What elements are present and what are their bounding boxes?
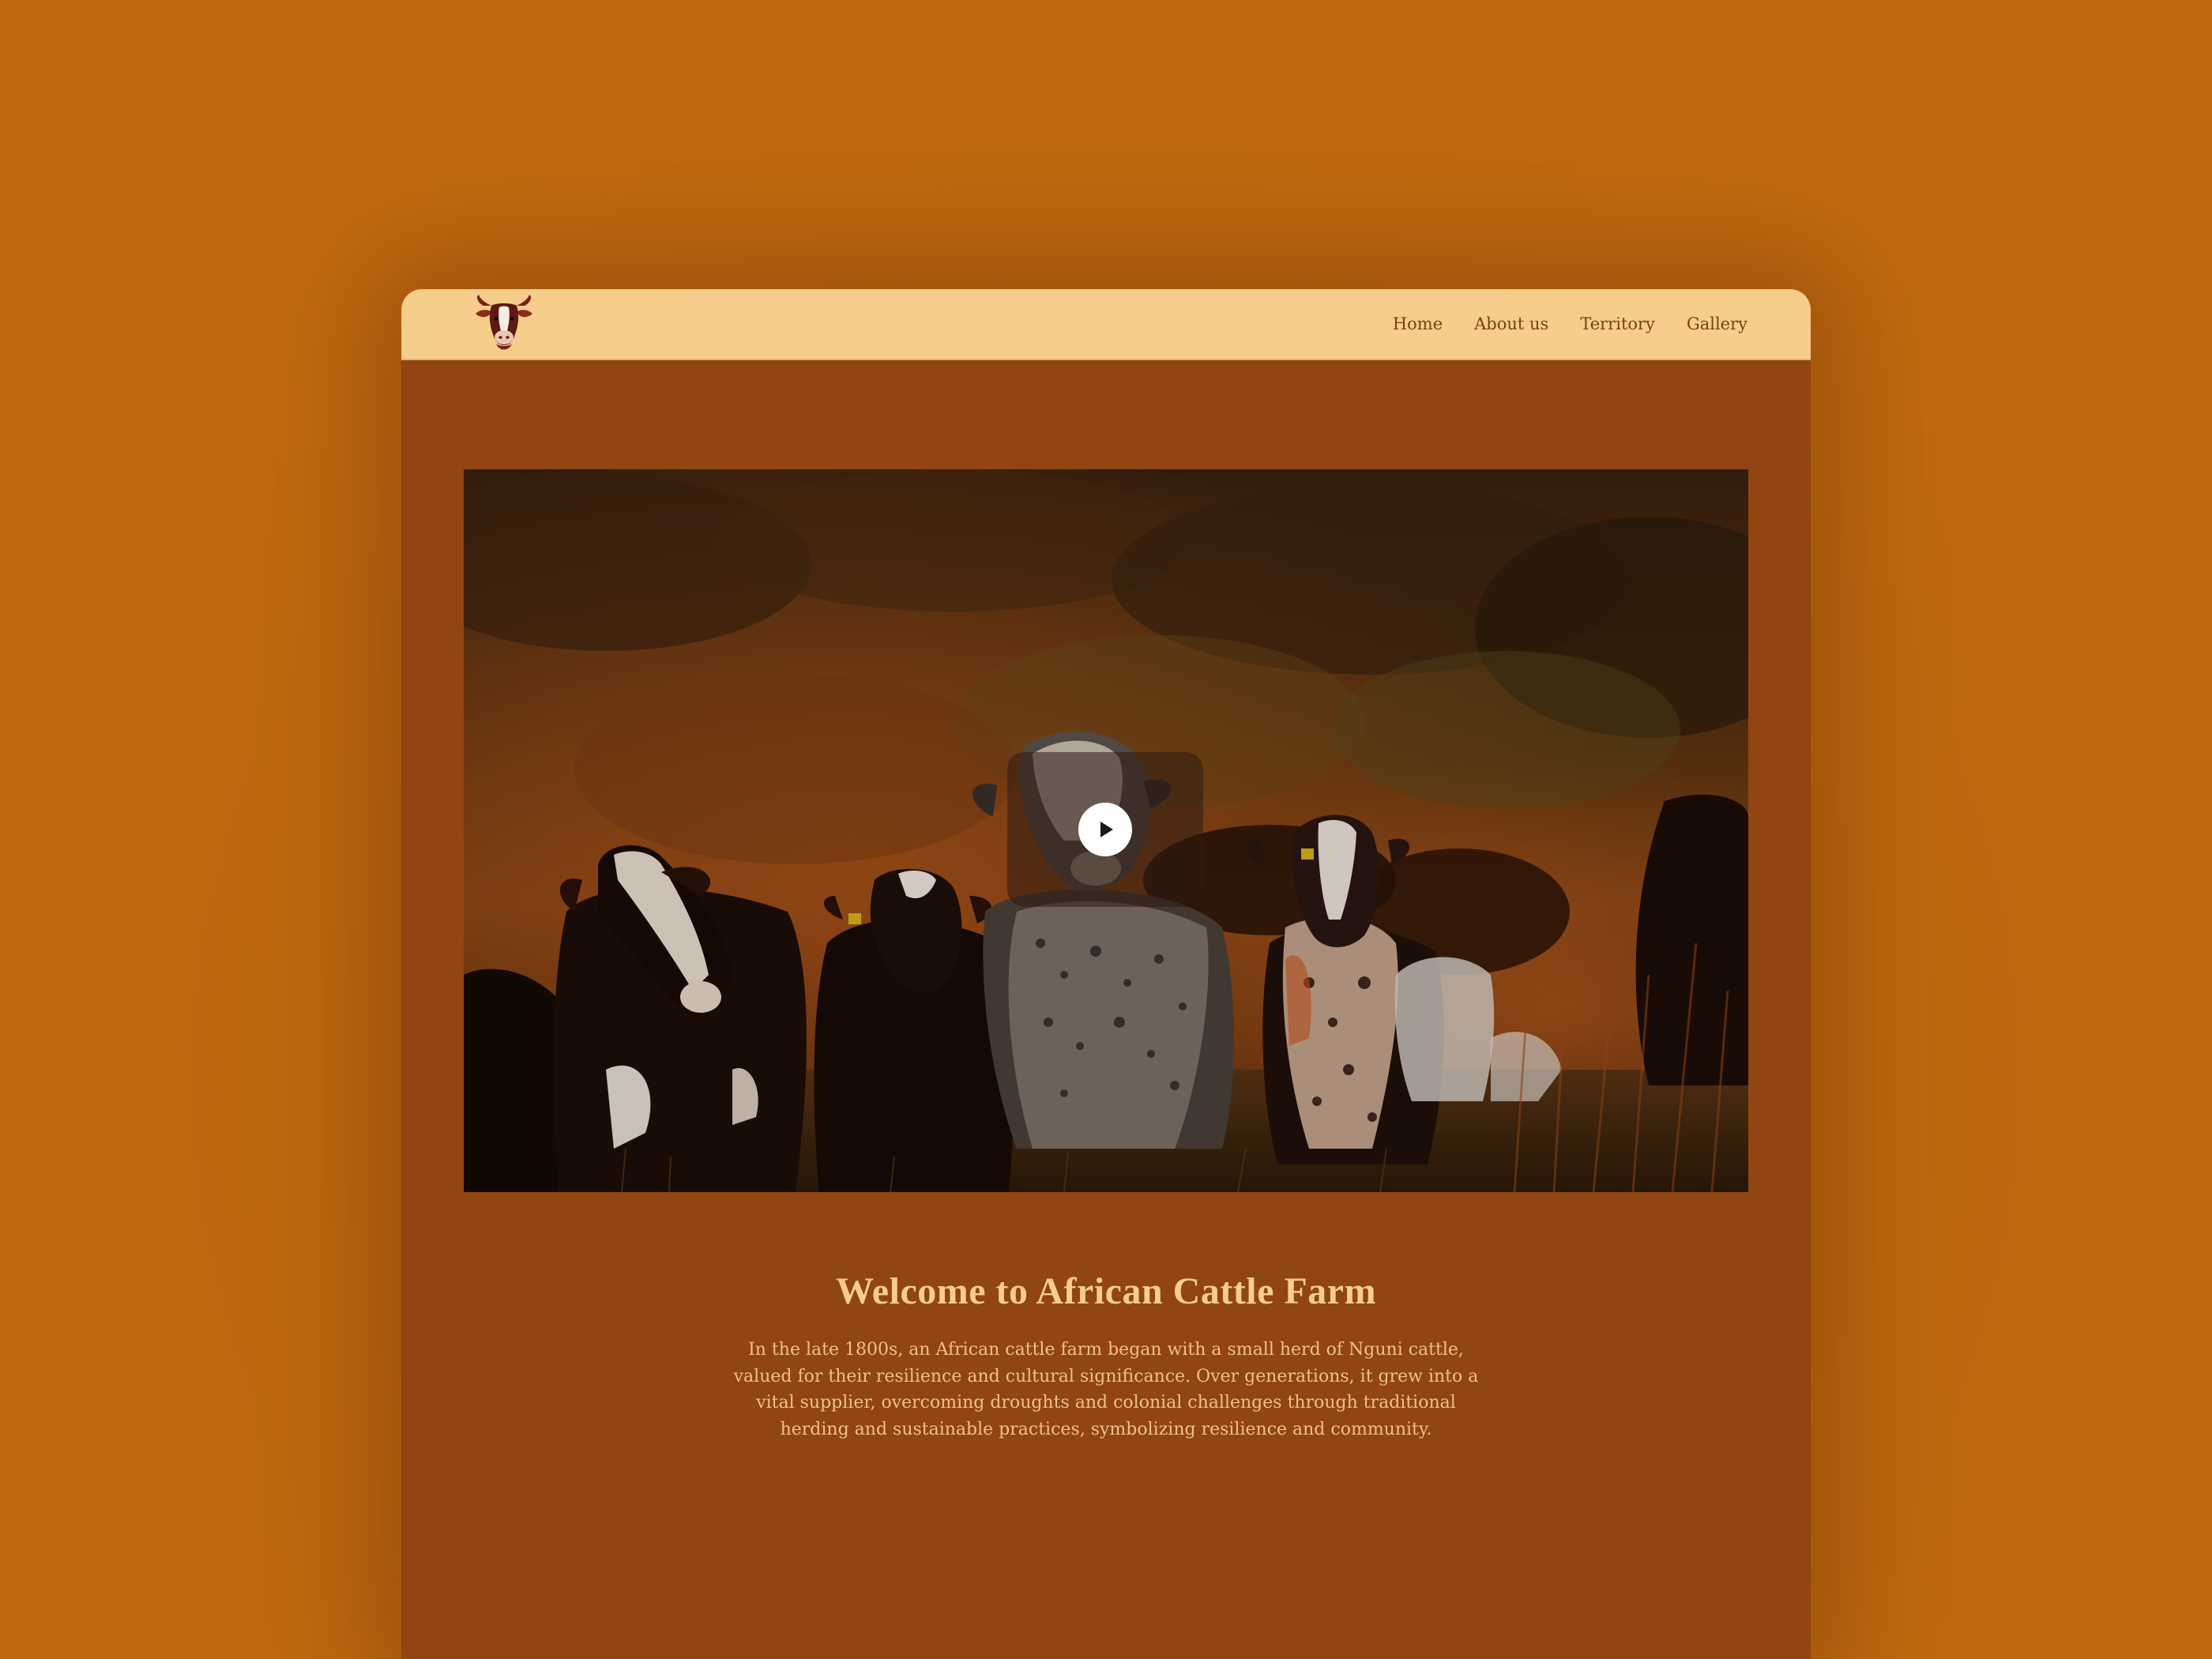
browser-window: Home About us Territory Gallery Welcome …	[401, 289, 1811, 1659]
navbar: Home About us Territory Gallery	[401, 289, 1811, 360]
nav-link-territory[interactable]: Territory	[1580, 314, 1655, 333]
play-icon	[1100, 822, 1113, 837]
play-button[interactable]	[1078, 803, 1132, 856]
nav-link-home[interactable]: Home	[1393, 314, 1443, 333]
nav-link-about-us[interactable]: About us	[1474, 314, 1548, 333]
play-button-overlay[interactable]	[1007, 752, 1203, 907]
hero-video[interactable]	[464, 469, 1748, 1192]
welcome-section: Welcome to African Cattle Farm In the la…	[401, 1270, 1811, 1443]
welcome-title: Welcome to African Cattle Farm	[835, 1270, 1377, 1312]
nav-menu: Home About us Territory Gallery	[1393, 314, 1747, 333]
cow-head-icon[interactable]	[472, 295, 536, 353]
welcome-description: In the late 1800s, an African cattle far…	[733, 1340, 1479, 1439]
nav-link-gallery[interactable]: Gallery	[1687, 314, 1747, 333]
